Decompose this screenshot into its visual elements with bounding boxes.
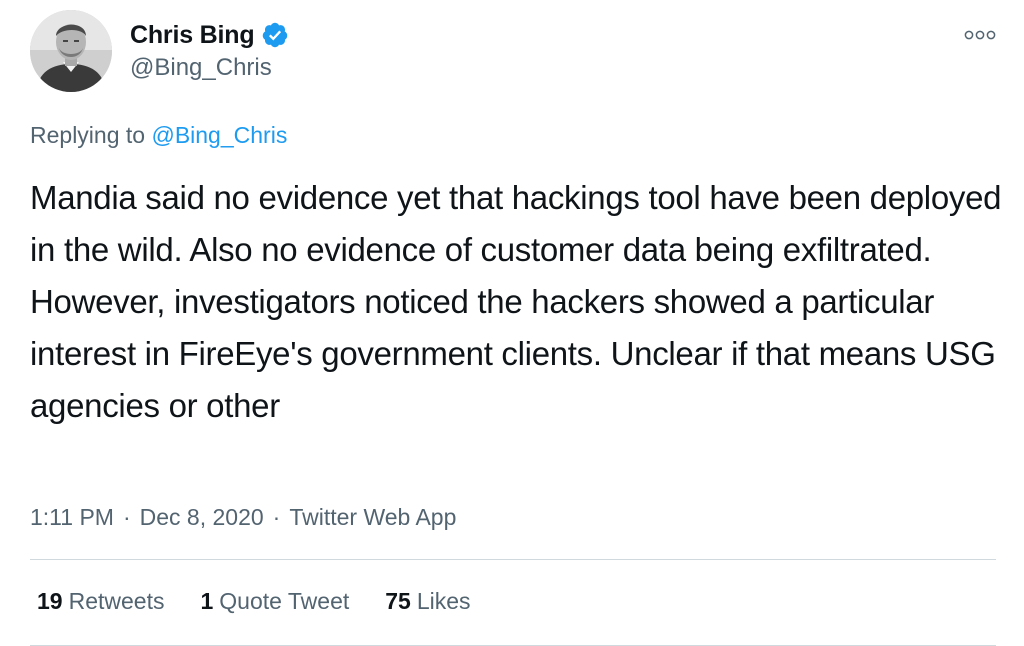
- retweets-label: Retweets: [68, 588, 165, 614]
- quote-tweets-count: 1: [200, 588, 214, 614]
- likes-count: 75: [385, 588, 411, 614]
- meta-separator: ·: [122, 504, 131, 530]
- meta-separator: ·: [272, 504, 281, 530]
- engagement-stats: 19 Retweets 1 Quote Tweet 75 Likes: [37, 588, 507, 615]
- likes-label: Likes: [416, 588, 471, 614]
- replying-to: Replying to @Bing_Chris: [30, 122, 287, 149]
- likes-stat[interactable]: 75 Likes: [385, 588, 470, 615]
- quote-tweets-label: Quote Tweet: [219, 588, 350, 614]
- display-name[interactable]: Chris Bing: [130, 21, 255, 50]
- tweet-card: Chris Bing @Bing_Chris Replying to @Bing…: [0, 0, 1024, 646]
- quote-tweets-stat[interactable]: 1 Quote Tweet: [200, 588, 349, 615]
- verified-badge-icon: [261, 21, 289, 49]
- divider: [30, 559, 996, 560]
- more-options-icon[interactable]: [964, 28, 996, 42]
- tweet-date[interactable]: Dec 8, 2020: [140, 504, 264, 531]
- tweet-source-link[interactable]: Twitter Web App: [289, 504, 456, 531]
- retweets-stat[interactable]: 19 Retweets: [37, 588, 164, 615]
- replying-to-prefix: Replying to: [30, 122, 152, 148]
- author-row: Chris Bing: [130, 18, 289, 52]
- tweet-time[interactable]: 1:11 PM: [30, 504, 114, 531]
- avatar-photo: [30, 10, 112, 92]
- tweet-meta: 1:11 PM · Dec 8, 2020 · Twitter Web App: [30, 504, 456, 531]
- retweets-count: 19: [37, 588, 63, 614]
- tweet-text: Mandia said no evidence yet that hacking…: [30, 179, 1002, 424]
- avatar[interactable]: [30, 10, 112, 92]
- replying-to-handle-link[interactable]: @Bing_Chris: [151, 122, 287, 148]
- author-handle[interactable]: @Bing_Chris: [130, 54, 272, 82]
